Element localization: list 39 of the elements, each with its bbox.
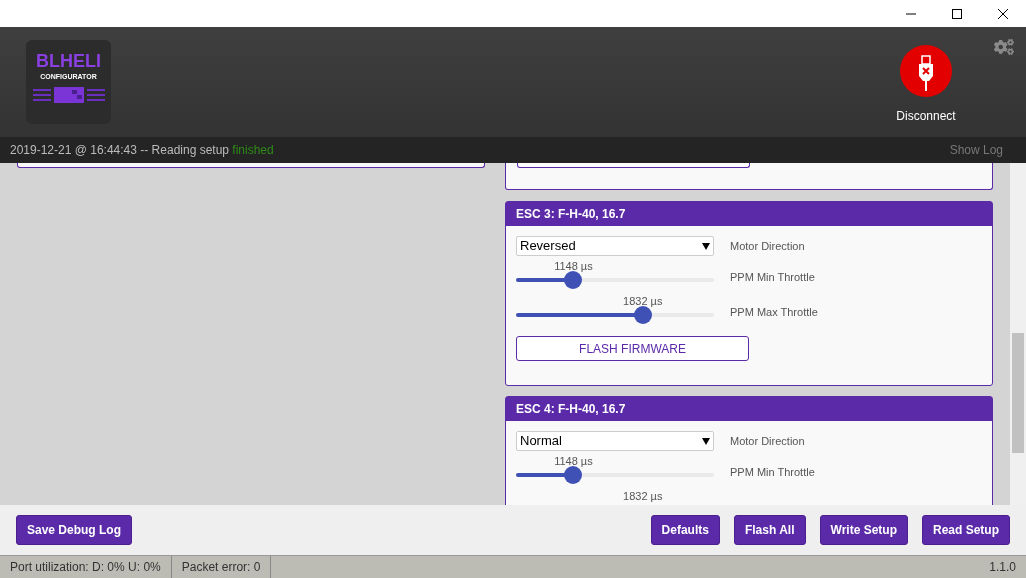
scrollbar-thumb[interactable]	[1012, 333, 1024, 453]
usb-disconnect-icon[interactable]	[900, 45, 952, 97]
slider-value: 1832 µs	[623, 294, 663, 309]
maximize-icon[interactable]	[951, 7, 963, 20]
settings-icon[interactable]	[994, 39, 1014, 55]
caret-icon	[702, 242, 710, 250]
card-title: ESC 3: F-H-40, 16.7	[506, 202, 992, 226]
slider-value: 1148 µs	[554, 454, 593, 469]
port-utilization: Port utilization: D: 0% U: 0%	[0, 556, 172, 578]
scrollbar[interactable]	[1010, 163, 1026, 505]
slider-value: 1832 µs	[623, 489, 663, 504]
direction-dropdown[interactable]: Reversed	[516, 236, 714, 256]
toolbar-button[interactable]: Defaults	[650, 515, 720, 545]
slider-value: 1148 µs	[554, 259, 593, 274]
toolbar-button[interactable]: Flash All	[733, 515, 806, 545]
field-label: Motor Direction	[730, 238, 805, 254]
direction-dropdown[interactable]: Normal	[516, 431, 714, 451]
version: 1.1.0	[988, 559, 1017, 576]
disconnect-button[interactable]: Disconnect	[891, 45, 961, 125]
toolbar-button[interactable]: Read Setup	[922, 515, 1010, 545]
toolbar-button[interactable]: Save Debug Log	[16, 515, 132, 545]
slider-label: PPM Max Throttle	[730, 304, 818, 320]
slider-thumb[interactable]	[564, 271, 583, 289]
slider-label: PPM Min Throttle	[730, 464, 815, 480]
flash-firmware-button[interactable]: FLASH FIRMWARE	[516, 336, 749, 361]
field-label: Motor Direction	[730, 433, 805, 449]
packet-error: Packet error: 0	[171, 556, 272, 578]
slider-label: PPM Min Throttle	[730, 269, 815, 285]
close-icon[interactable]	[997, 7, 1009, 20]
logo-title: BLHELI	[36, 52, 101, 70]
show-log-link[interactable]: Show Log	[949, 141, 1003, 159]
card-title: ESC 4: F-H-40, 16.7	[506, 397, 992, 421]
caret-icon	[702, 437, 710, 445]
toolbar-button[interactable]: Write Setup	[819, 515, 908, 545]
slider-thumb[interactable]	[564, 466, 583, 484]
button-outline[interactable]	[517, 163, 750, 168]
slider-thumb[interactable]	[633, 306, 652, 324]
log-message: 2019-12-21 @ 16:44:43 -- Reading setup finished	[10, 142, 274, 159]
slider-track[interactable]	[516, 313, 714, 317]
